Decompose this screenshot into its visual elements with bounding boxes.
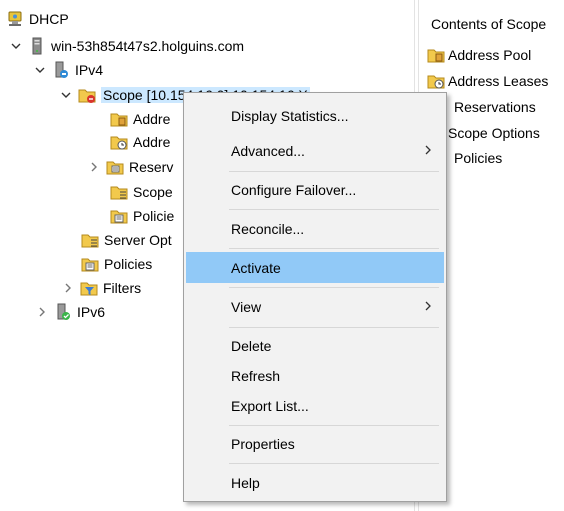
menu-separator bbox=[229, 209, 439, 210]
contents-item-label: Policies bbox=[454, 150, 503, 166]
tree-node-policies[interactable]: Policies bbox=[81, 253, 152, 275]
menu-item-label: Export List... bbox=[231, 397, 309, 414]
tree-node-dhcp[interactable]: DHCP bbox=[6, 8, 69, 30]
tree-node-address-pool[interactable]: Addre bbox=[110, 108, 170, 130]
tree-node-scope-policies[interactable]: Policie bbox=[110, 205, 174, 227]
menu-item-configure-failover[interactable]: Configure Failover... bbox=[186, 174, 444, 205]
tree-node-server[interactable]: win-53h854t47s2.holguins.com bbox=[10, 35, 244, 57]
menu-item-label: View bbox=[231, 298, 262, 315]
address-pool-icon bbox=[110, 110, 128, 128]
server-icon bbox=[28, 37, 46, 55]
menu-item-activate[interactable]: Activate bbox=[186, 252, 444, 283]
tree-label-policies: Policies bbox=[104, 256, 153, 272]
tree-node-server-options[interactable]: Server Opt bbox=[81, 229, 172, 251]
chevron-down-icon[interactable] bbox=[34, 64, 46, 76]
menu-item-label: Activate bbox=[231, 259, 281, 276]
contents-item-address-leases[interactable]: Address Leases bbox=[427, 70, 548, 92]
menu-item-export-list[interactable]: Export List... bbox=[186, 390, 444, 421]
policies-icon bbox=[81, 255, 99, 273]
tree-node-ipv6[interactable]: IPv6 bbox=[36, 301, 105, 323]
address-leases-icon bbox=[427, 72, 445, 90]
contents-item-label: Reservations bbox=[454, 99, 536, 115]
contents-header: Contents of Scope bbox=[431, 16, 547, 32]
contents-item-scope-options[interactable]: Scope Options bbox=[448, 122, 540, 144]
tree-label-server: win-53h854t47s2.holguins.com bbox=[51, 38, 245, 54]
menu-item-label: Properties bbox=[231, 435, 295, 452]
submenu-arrow-icon bbox=[424, 299, 432, 313]
chevron-down-icon[interactable] bbox=[10, 40, 22, 52]
scope-folder-icon bbox=[78, 86, 96, 104]
menu-item-label: Advanced... bbox=[231, 142, 305, 159]
menu-item-refresh[interactable]: Refresh bbox=[186, 360, 444, 391]
menu-separator bbox=[229, 248, 439, 249]
tree-node-scope-options[interactable]: Scope bbox=[110, 181, 173, 203]
context-menu: Display Statistics... Advanced... Config… bbox=[183, 92, 447, 502]
address-leases-icon bbox=[110, 133, 128, 151]
menu-separator bbox=[229, 425, 439, 426]
tree-label-scope-policies: Policie bbox=[133, 208, 175, 224]
scope-options-icon bbox=[110, 183, 128, 201]
menu-item-properties[interactable]: Properties bbox=[186, 428, 444, 459]
policies-icon bbox=[110, 207, 128, 225]
filters-icon bbox=[80, 279, 98, 297]
tree-label-ipv4: IPv4 bbox=[75, 62, 104, 78]
menu-item-label: Reconcile... bbox=[231, 220, 305, 237]
menu-item-display-statistics[interactable]: Display Statistics... bbox=[186, 100, 444, 131]
contents-item-address-pool[interactable]: Address Pool bbox=[427, 44, 531, 66]
menu-separator bbox=[229, 463, 439, 464]
ipv4-icon bbox=[52, 61, 70, 79]
reservations-icon bbox=[106, 158, 124, 176]
contents-item-label: Address Pool bbox=[448, 47, 532, 63]
ipv6-icon bbox=[54, 303, 72, 321]
tree-node-reservations[interactable]: Reserv bbox=[88, 156, 173, 178]
contents-item-label: Scope Options bbox=[448, 125, 540, 141]
menu-separator bbox=[229, 287, 439, 288]
menu-item-label: Configure Failover... bbox=[231, 181, 357, 198]
chevron-down-icon[interactable] bbox=[60, 89, 72, 101]
contents-item-label: Address Leases bbox=[448, 73, 549, 89]
tree-node-ipv4[interactable]: IPv4 bbox=[34, 59, 103, 81]
menu-item-view[interactable]: View bbox=[186, 291, 444, 322]
tree-label-scope-options: Scope bbox=[133, 184, 173, 200]
menu-item-label: Delete bbox=[231, 337, 272, 354]
tree-node-filters[interactable]: Filters bbox=[62, 277, 141, 299]
menu-item-help[interactable]: Help bbox=[186, 467, 444, 498]
menu-item-advanced[interactable]: Advanced... bbox=[186, 135, 444, 166]
contents-item-reservations[interactable]: Reservations bbox=[454, 96, 536, 118]
tree-label-reservations: Reserv bbox=[129, 159, 174, 175]
tree-label-ipv6: IPv6 bbox=[77, 304, 106, 320]
menu-item-delete[interactable]: Delete bbox=[186, 330, 444, 361]
tree-label-dhcp: DHCP bbox=[29, 11, 69, 27]
menu-separator bbox=[229, 327, 439, 328]
menu-item-reconcile[interactable]: Reconcile... bbox=[186, 213, 444, 244]
tree-label-server-options: Server Opt bbox=[104, 232, 172, 248]
chevron-right-icon[interactable] bbox=[62, 282, 74, 294]
dhcp-icon bbox=[6, 10, 24, 28]
tree-label-filters: Filters bbox=[103, 280, 142, 296]
tree-label-address-pool: Addre bbox=[133, 111, 171, 127]
address-pool-icon bbox=[427, 46, 445, 64]
menu-item-label: Help bbox=[231, 474, 260, 491]
contents-item-policies[interactable]: Policies bbox=[454, 147, 502, 169]
menu-item-label: Display Statistics... bbox=[231, 107, 349, 124]
tree-node-address-leases[interactable]: Addre bbox=[110, 131, 170, 153]
tree-label-address-leases: Addre bbox=[133, 134, 171, 150]
submenu-arrow-icon bbox=[424, 143, 432, 157]
chevron-right-icon[interactable] bbox=[88, 161, 100, 173]
chevron-right-icon[interactable] bbox=[36, 306, 48, 318]
menu-item-label: Refresh bbox=[231, 367, 281, 384]
server-options-icon bbox=[81, 231, 99, 249]
menu-separator bbox=[229, 171, 439, 172]
